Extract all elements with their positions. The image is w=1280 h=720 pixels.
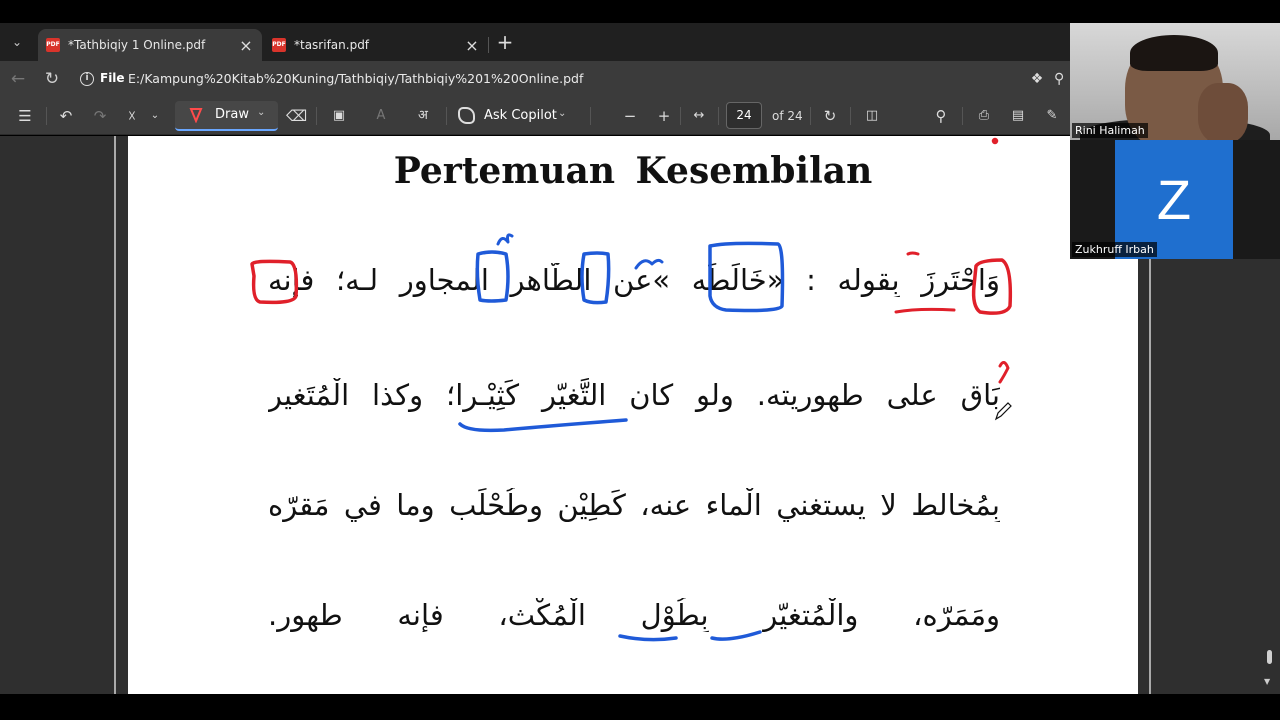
rotate-icon[interactable]: ↻ [820,106,840,126]
zoom-out-icon[interactable]: − [620,106,640,126]
toolbar-divider [718,107,719,125]
blue-underline-annotation [710,630,762,641]
address-bar: ← ↻ i File E:/Kampung%20Kitab%20Kuning/T… [0,61,1070,97]
read-aloud-icon[interactable]: अ [412,106,434,126]
participant-name: Rini Halimah [1072,123,1148,138]
copilot-icon[interactable] [458,107,475,124]
print-icon[interactable]: ⎙ [974,106,994,126]
info-icon[interactable]: i [80,72,94,86]
arabic-text-line-3: بِمُخالط لا يستغني الْماء عنه، كَطِيْن و… [268,488,1000,522]
text-box-icon[interactable]: ▣ [328,106,350,126]
arabic-text-line-2: بَاقٍ على طهوريته. ولو كان التَّغيّر كَث… [268,378,1000,412]
page-title: Pertemuan Kesembilan [393,150,873,192]
text-format-icon[interactable]: A [370,106,392,126]
zoom-in-icon[interactable]: + [654,106,674,126]
pdf-icon: PDF [272,38,286,52]
tab-divider [488,37,489,53]
toolbar-divider [316,107,317,125]
toolbar-divider [962,107,963,125]
toolbar-divider [810,107,811,125]
scrollbar-thumb[interactable] [1267,650,1272,664]
red-mark-annotation [998,361,1010,384]
red-mark-annotation [906,251,920,256]
tab-label: *tasrifan.pdf [294,38,370,52]
chevron-down-icon[interactable]: ⌄ [148,106,162,126]
tab-tasrifan[interactable]: PDF *tasrifan.pdf × [264,29,488,61]
pdf-page[interactable]: Pertemuan Kesembilan وَاحْتَرزَ بِقوله :… [128,136,1138,694]
toolbar-divider [590,107,591,125]
participant-name: Zukhruff Irbah [1072,242,1157,257]
page-count: of 24 [772,109,803,123]
page-view-icon[interactable]: ◫ [862,106,882,126]
zoom-icon[interactable]: ⚲ [1054,70,1070,88]
page-number-input[interactable]: 24 [726,102,762,129]
highlight-icon[interactable]: ☓ [122,106,142,126]
undo-icon[interactable]: ↶ [56,106,76,126]
top-black-bar [0,0,1280,23]
blue-mark-annotation [496,233,514,246]
address-scheme: File [100,71,125,85]
blue-underline-annotation [618,634,678,642]
copilot-icon[interactable]: ❖ [1028,70,1046,88]
tab-tathbiqiy[interactable]: PDF *Tathbiqiy 1 Online.pdf × [38,29,262,61]
toolbar-divider [850,107,851,125]
arabic-text-line-1: وَاحْتَرزَ بِقوله : «خَالَطَه »عن الطّاه… [268,263,1000,297]
pen-cursor-icon [994,402,1012,421]
redo-icon[interactable]: ↷ [90,106,110,126]
scroll-down-arrow-icon[interactable]: ▼ [1264,677,1270,686]
blue-underline-annotation [458,418,628,433]
bottom-black-bar [0,694,1280,720]
tab-list-dropdown[interactable]: ⌄ [6,33,28,51]
save-icon[interactable]: ▤ [1008,106,1028,126]
toolbar-divider [446,107,447,125]
video-tile-zukhruff[interactable]: Z Zukhruff Irbah [1070,140,1280,259]
new-tab-button[interactable]: + [494,31,516,53]
close-icon[interactable]: × [238,36,254,55]
search-icon[interactable]: ⚲ [930,106,952,126]
toolbar-divider [680,107,681,125]
contents-icon[interactable]: ☰ [14,106,36,126]
arabic-text-line-4: ومَمَرّه، والْمُتغيّر بِطُوْل الْمُكْث، … [268,598,1000,632]
reload-icon[interactable]: ↻ [42,69,62,89]
draw-label: Draw [215,107,249,122]
draw-button[interactable]: Draw ⌄ [175,101,278,131]
pdf-icon: PDF [46,38,60,52]
toolbar-divider [46,107,47,125]
save-as-icon[interactable]: ✎ [1042,106,1062,126]
close-icon[interactable]: × [464,36,480,55]
fit-width-icon[interactable]: ↔ [688,106,710,126]
red-underline-annotation [894,307,956,314]
chevron-down-icon[interactable]: ⌄ [558,108,566,119]
chevron-down-icon: ⌄ [257,107,266,118]
red-dot-annotation [991,137,999,145]
ask-copilot-button[interactable]: Ask Copilot [484,108,557,123]
pen-icon [189,108,203,123]
pdf-toolbar: ☰ ↶ ↷ ☓ ⌄ Draw ⌄ ⌫ ▣ A अ Ask Copilot ⌄ −… [0,97,1070,135]
address-url[interactable]: E:/Kampung%20Kitab%20Kuning/Tathbiqiy/Ta… [128,71,583,86]
video-tile-rini[interactable]: Rini Halimah [1070,23,1280,140]
eraser-icon[interactable]: ⌫ [286,106,307,126]
back-arrow-icon[interactable]: ← [8,69,28,89]
tab-strip: ⌄ PDF *Tathbiqiy 1 Online.pdf × PDF *tas… [0,23,1070,61]
tab-label: *Tathbiqiy 1 Online.pdf [68,38,206,52]
